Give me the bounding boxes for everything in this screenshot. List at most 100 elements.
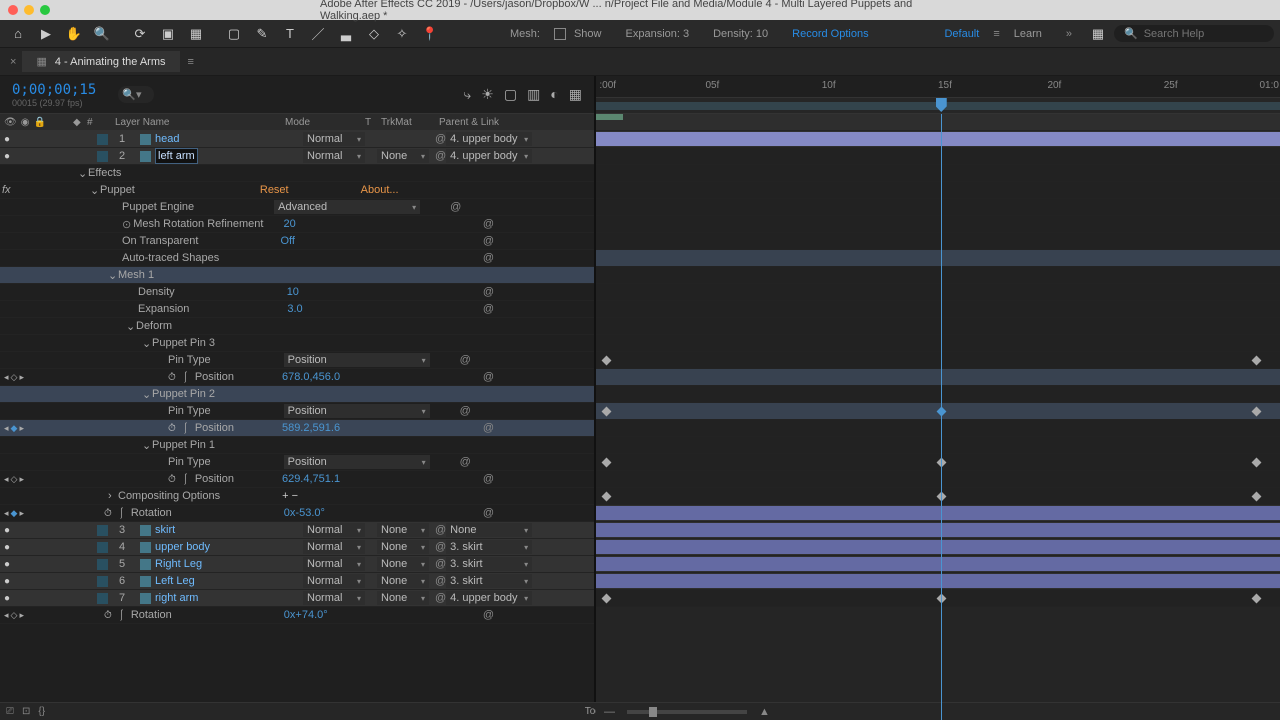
- pin-2-group[interactable]: ⌄Puppet Pin 2: [0, 386, 594, 403]
- label-color[interactable]: [97, 151, 108, 162]
- stopwatch-icon[interactable]: ⏱: [168, 474, 176, 485]
- minimize-icon[interactable]: [24, 5, 34, 15]
- pickwhip-icon[interactable]: @: [435, 150, 446, 162]
- record-options-link[interactable]: Record Options: [782, 28, 878, 40]
- link-icon[interactable]: @: [483, 422, 494, 434]
- link-icon[interactable]: @: [460, 354, 471, 366]
- pintype-dropdown[interactable]: Position▾: [284, 353, 430, 367]
- stopwatch-icon[interactable]: ⏱: [168, 372, 176, 383]
- label-color[interactable]: [97, 134, 108, 145]
- parent-dropdown[interactable]: 4. upper body▾: [446, 132, 532, 146]
- layer-row-right-arm[interactable]: ● ⌄ 7 right arm Normal▾ None▾ @ 4. upper…: [0, 590, 594, 607]
- layer-name[interactable]: head: [155, 133, 303, 145]
- camera-tool-icon[interactable]: ▣: [156, 23, 180, 45]
- roto-tool-icon[interactable]: ✧: [390, 23, 414, 45]
- show-checkbox[interactable]: [554, 28, 566, 40]
- comp-tab[interactable]: ▦ 4 - Animating the Arms: [22, 51, 179, 72]
- comp-flowchart-icon[interactable]: ☀: [481, 86, 494, 103]
- about-link[interactable]: About...: [361, 184, 399, 196]
- puppet-pin-tool-icon[interactable]: 📍: [418, 23, 442, 45]
- layer-name[interactable]: skirt: [155, 524, 303, 536]
- prev-key-icon[interactable]: ◂: [4, 423, 9, 434]
- trkmat-dropdown[interactable]: None▾: [377, 149, 429, 163]
- prev-key-icon[interactable]: ◂: [4, 508, 9, 519]
- zoom-icon[interactable]: [40, 5, 50, 15]
- value[interactable]: 629.4,751.1: [282, 473, 340, 485]
- next-key-icon[interactable]: ▸: [19, 508, 24, 519]
- pin-1-group[interactable]: ⌄Puppet Pin 1: [0, 437, 594, 454]
- visibility-toggle[interactable]: ●: [4, 151, 10, 162]
- visibility-toggle[interactable]: ●: [4, 134, 10, 145]
- visibility-toggle[interactable]: ●: [4, 525, 10, 536]
- reset-link[interactable]: Reset: [260, 184, 289, 196]
- pin-3-group[interactable]: ⌄Puppet Pin 3: [0, 335, 594, 352]
- type-tool-icon[interactable]: T: [278, 23, 302, 45]
- draft3d-icon[interactable]: ▢: [504, 86, 517, 103]
- current-timecode[interactable]: 0;00;00;15: [12, 82, 96, 98]
- search-help[interactable]: 🔍: [1114, 25, 1274, 42]
- next-key-icon[interactable]: ▸: [19, 423, 24, 434]
- zoom-icon-footer[interactable]: ⊡: [22, 706, 30, 717]
- zoom-out-icon[interactable]: —: [604, 706, 615, 718]
- pintype-dropdown[interactable]: Position▾: [284, 404, 430, 418]
- close-panel-icon[interactable]: ×: [10, 56, 16, 68]
- motion-blur-icon[interactable]: ◐: [550, 86, 558, 103]
- blend-mode[interactable]: Normal▾: [303, 132, 365, 146]
- link-icon[interactable]: @: [483, 286, 494, 298]
- parent-dropdown[interactable]: 4. upper body▾: [446, 149, 532, 163]
- prev-key-icon[interactable]: ◂: [4, 372, 9, 383]
- compositing-options[interactable]: ›Compositing Options+ −: [0, 488, 594, 505]
- link-icon[interactable]: @: [483, 218, 494, 230]
- layer-row-upper-body[interactable]: ● › 4 upper body Normal▾ None▾ @ 3. skir…: [0, 539, 594, 556]
- value[interactable]: 0x-53.0°: [284, 507, 325, 519]
- value[interactable]: 10: [287, 286, 299, 298]
- link-icon[interactable]: @: [460, 456, 471, 468]
- stopwatch-icon[interactable]: ⏱: [104, 610, 112, 621]
- graph-editor-icon[interactable]: ▦: [569, 86, 582, 103]
- blend-mode[interactable]: Normal▾: [303, 149, 365, 163]
- switches-icon[interactable]: ⎚: [6, 706, 14, 717]
- panel-menu-icon[interactable]: ≡: [188, 56, 194, 68]
- layer-row-skirt[interactable]: ● › 3 skirt Normal▾ None▾ @ None▾: [0, 522, 594, 539]
- add-icon[interactable]: + −: [282, 490, 298, 502]
- zoom-slider[interactable]: [627, 710, 747, 714]
- effects-group[interactable]: ⌄Effects: [0, 165, 594, 182]
- next-key-icon[interactable]: ▸: [19, 372, 24, 383]
- time-ruler[interactable]: :00f 05f 10f 15f 20f 25f 01:0: [596, 76, 1280, 98]
- link-icon[interactable]: @: [460, 405, 471, 417]
- layer-row-head[interactable]: ● › 1 head Normal▾ @ 4. upper body▾: [0, 131, 594, 148]
- link-icon[interactable]: @: [450, 201, 461, 213]
- expansion-value[interactable]: Expansion: 3: [616, 28, 700, 40]
- share-icon[interactable]: ▦: [1086, 23, 1110, 45]
- frame-blend-icon[interactable]: ▥: [527, 86, 540, 103]
- clone-tool-icon[interactable]: ▃: [334, 23, 358, 45]
- home-icon[interactable]: ⌂: [6, 23, 30, 45]
- deform-group[interactable]: ⌄Deform: [0, 318, 594, 335]
- stopwatch-icon[interactable]: ⏱: [104, 508, 112, 519]
- value[interactable]: Off: [280, 235, 294, 247]
- shape-tool-icon[interactable]: ▢: [222, 23, 246, 45]
- shy-icon[interactable]: ⤷: [463, 86, 471, 103]
- twirl-icon[interactable]: ›: [73, 133, 97, 145]
- add-key-icon[interactable]: ◆: [11, 423, 18, 434]
- layer-row-right-leg[interactable]: ● › 5 Right Leg Normal▾ None▾ @ 3. skirt…: [0, 556, 594, 573]
- layer-row-left-arm[interactable]: ● ⌄ 2 left arm Normal▾ None▾ @ 4. upper …: [0, 148, 594, 165]
- rotate-tool-icon[interactable]: ⟳: [128, 23, 152, 45]
- prev-key-icon[interactable]: ◂: [4, 474, 9, 485]
- add-key-icon[interactable]: ◇: [11, 372, 18, 383]
- hand-tool-icon[interactable]: ✋: [62, 23, 86, 45]
- pintype-dropdown[interactable]: Position▾: [284, 455, 430, 469]
- brackets-icon[interactable]: {}: [38, 706, 45, 717]
- density-value[interactable]: Density: 10: [703, 28, 778, 40]
- next-key-icon[interactable]: ▸: [19, 474, 24, 485]
- pen-tool-icon[interactable]: ✎: [250, 23, 274, 45]
- pickwhip-icon[interactable]: @: [435, 133, 446, 145]
- add-key-icon[interactable]: ◇: [11, 474, 18, 485]
- twirl-icon[interactable]: ⌄: [73, 150, 97, 163]
- workspace-learn[interactable]: Learn: [1004, 28, 1052, 40]
- search-input[interactable]: [1144, 28, 1264, 40]
- workspace-default[interactable]: Default: [934, 28, 989, 40]
- effect-puppet[interactable]: fx⌄PuppetResetAbout...: [0, 182, 594, 199]
- mesh-1-group[interactable]: ⌄Mesh 1: [0, 267, 594, 284]
- playhead[interactable]: [941, 114, 942, 720]
